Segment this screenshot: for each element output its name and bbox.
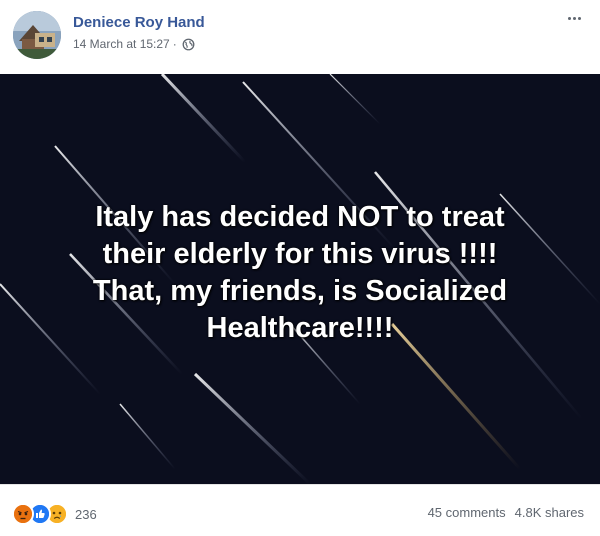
- engagement-stats: 45 comments 4.8K shares: [428, 505, 584, 520]
- post-meta: 14 March at 15:27 ·: [73, 37, 195, 51]
- post-header: Deniece Roy Hand 14 March at 15:27 ·: [0, 0, 600, 74]
- author-avatar[interactable]: [13, 11, 61, 59]
- avatar-image: [13, 11, 61, 59]
- more-icon-dot: [572, 16, 576, 20]
- meta-separator: ·: [172, 37, 177, 51]
- caption-line: Healthcare!!!!: [206, 312, 394, 344]
- caption-line: Italy has decided NOT to treat: [95, 201, 505, 233]
- caption-line: their elderly for this virus !!!!: [102, 238, 498, 270]
- comments-count-link[interactable]: 45 comments: [428, 505, 506, 520]
- post-image[interactable]: Italy has decided NOT to treat their eld…: [0, 74, 600, 484]
- post-timestamp-link[interactable]: 14 March at 15:27: [73, 37, 170, 51]
- shares-count-link[interactable]: 4.8K shares: [515, 505, 584, 520]
- more-options-button[interactable]: [562, 10, 586, 26]
- caption-line: That, my friends, is Socialized: [92, 275, 508, 307]
- more-icon-dot: [567, 16, 571, 20]
- angry-icon[interactable]: [12, 503, 34, 525]
- reactions-summary[interactable]: 236: [12, 503, 97, 525]
- facebook-post: Deniece Roy Hand 14 March at 15:27 · Ita…: [0, 0, 600, 536]
- author-name-link[interactable]: Deniece Roy Hand: [73, 14, 205, 31]
- reaction-count[interactable]: 236: [75, 507, 97, 522]
- post-footer: 236 45 comments 4.8K shares: [0, 484, 600, 536]
- globe-icon[interactable]: [182, 38, 195, 51]
- image-caption-text: Italy has decided NOT to treat their eld…: [0, 199, 600, 347]
- more-icon-dot: [577, 16, 581, 20]
